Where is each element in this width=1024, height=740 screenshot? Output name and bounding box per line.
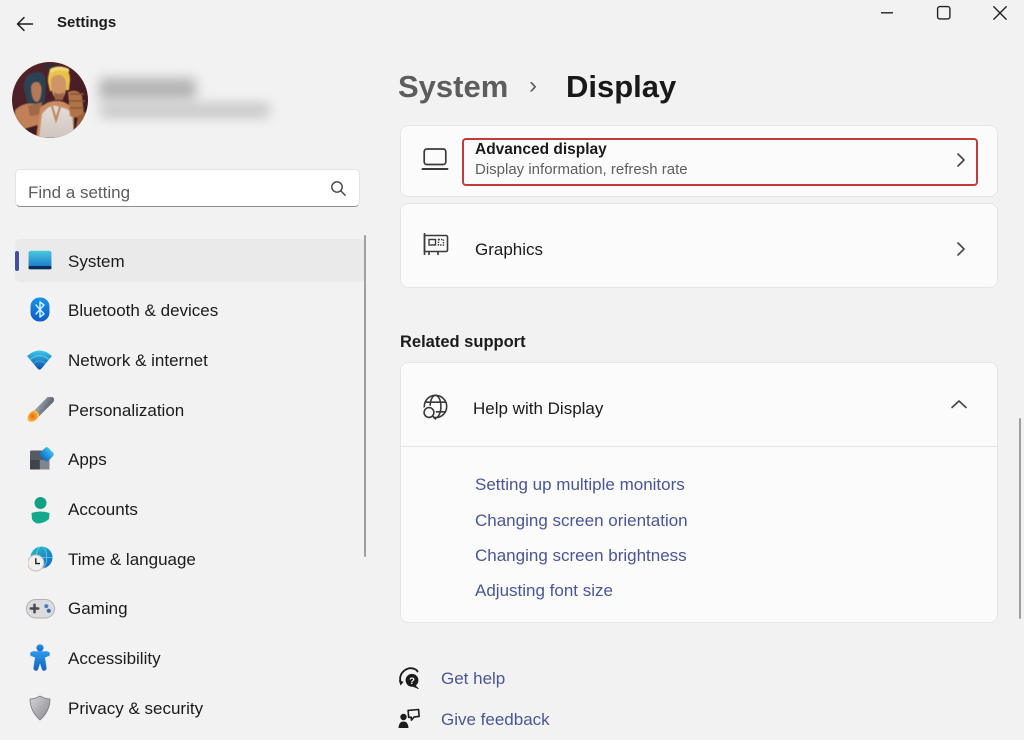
svg-text:?: ? — [409, 676, 415, 687]
